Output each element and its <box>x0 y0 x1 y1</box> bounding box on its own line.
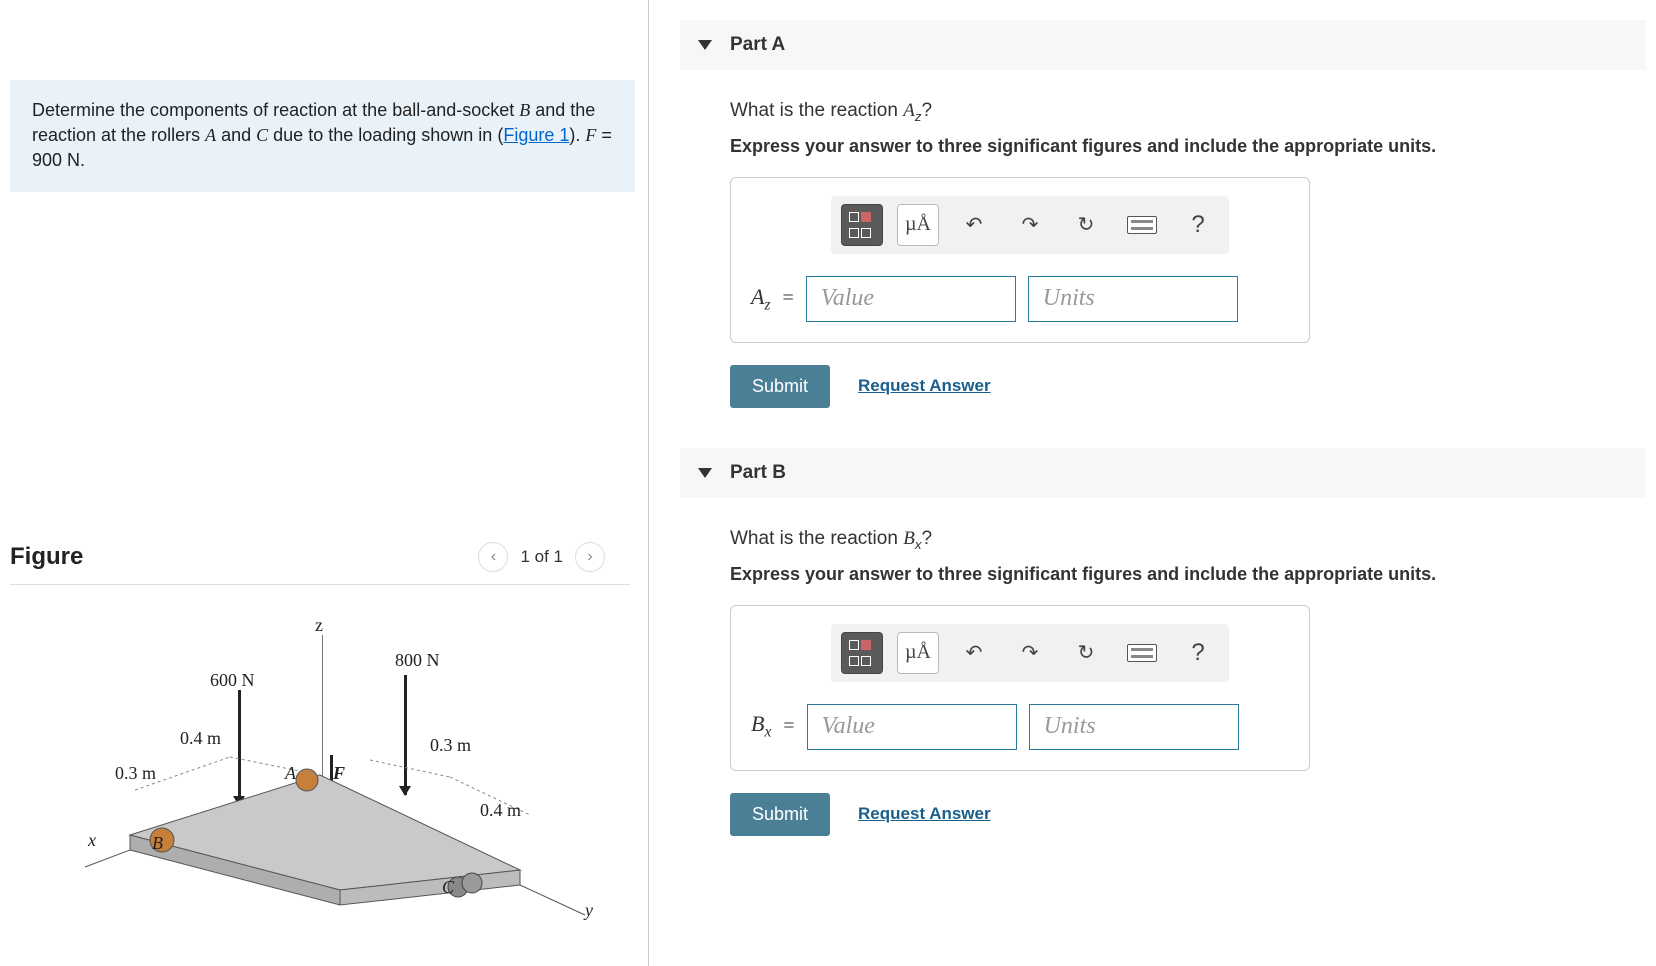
figure-pager: ‹ 1 of 1 › <box>478 542 605 572</box>
left-panel: Determine the components of reaction at … <box>0 0 640 966</box>
dim-04b: 0.4 m <box>480 800 521 821</box>
collapse-icon <box>698 40 712 50</box>
keyboard-button[interactable] <box>1121 632 1163 674</box>
equals: = <box>782 287 793 310</box>
problem-text: due to the loading shown in ( <box>268 125 503 145</box>
part-b-var-label: Bx <box>751 711 771 741</box>
var-A: A <box>205 125 216 145</box>
part-a-title: Part A <box>730 34 785 56</box>
point-A-label: A <box>285 763 296 784</box>
reset-button[interactable]: ↻ <box>1065 204 1107 246</box>
part-b-request-answer-link[interactable]: Request Answer <box>858 804 991 824</box>
figure-link[interactable]: Figure 1 <box>503 125 569 145</box>
part-b-value-input[interactable]: Value <box>807 704 1017 750</box>
part-b-answer-area: µÅ ↶ ↷ ↻ ? Bx = Value Units <box>730 605 1310 771</box>
part-b-input-row: Bx = Value Units <box>751 704 1289 750</box>
var-sub: x <box>764 724 771 741</box>
template-picker-button[interactable] <box>841 204 883 246</box>
part-b-actions: Submit Request Answer <box>730 793 1646 836</box>
part-b-prompt: What is the reaction Bx? <box>730 528 1646 552</box>
figure-diagram: z 600 N 800 N <box>40 615 600 925</box>
var-F: F <box>585 125 596 145</box>
prompt-text: What is the reaction <box>730 528 903 549</box>
next-figure-button[interactable]: › <box>575 542 605 572</box>
redo-button[interactable]: ↷ <box>1009 632 1051 674</box>
undo-button[interactable]: ↶ <box>953 632 995 674</box>
prompt-var: A <box>903 100 915 121</box>
part-a-instructions: Express your answer to three significant… <box>730 136 1646 157</box>
equals: = <box>783 715 794 738</box>
help-button[interactable]: ? <box>1177 632 1219 674</box>
redo-button[interactable]: ↷ <box>1009 204 1051 246</box>
dim-04a: 0.4 m <box>180 728 221 749</box>
part-a-prompt: What is the reaction Az? <box>730 100 1646 124</box>
part-a-input-row: Az = Value Units <box>751 276 1289 322</box>
undo-button[interactable]: ↶ <box>953 204 995 246</box>
prompt-text: ? <box>921 100 932 121</box>
vertical-divider <box>648 0 649 966</box>
figure-heading: Figure <box>10 543 83 571</box>
template-picker-button[interactable] <box>841 632 883 674</box>
part-b-units-input[interactable]: Units <box>1029 704 1239 750</box>
problem-text: and <box>216 125 256 145</box>
problem-statement: Determine the components of reaction at … <box>10 80 635 192</box>
var-sub: z <box>764 296 770 313</box>
point-B-label: B <box>152 833 163 854</box>
part-a-toolbar: µÅ ↶ ↷ ↻ ? <box>831 196 1229 254</box>
force-F-label: F <box>333 763 345 784</box>
problem-text: Determine the components of reaction at … <box>32 100 519 120</box>
keyboard-icon <box>1127 644 1157 662</box>
pager-label: 1 of 1 <box>520 547 563 567</box>
prompt-text: ? <box>921 528 932 549</box>
part-a-units-input[interactable]: Units <box>1028 276 1238 322</box>
right-panel: Part A What is the reaction Az? Express … <box>680 0 1646 966</box>
part-b-submit-button[interactable]: Submit <box>730 793 830 836</box>
var-B: B <box>519 100 530 120</box>
units-picker-button[interactable]: µÅ <box>897 204 939 246</box>
prompt-text: What is the reaction <box>730 100 903 121</box>
units-label: µÅ <box>905 641 931 664</box>
axis-x-label: x <box>88 830 96 851</box>
problem-text: ). <box>569 125 585 145</box>
dim-03b: 0.3 m <box>430 735 471 756</box>
template-icon <box>849 212 875 238</box>
units-label: µÅ <box>905 213 931 236</box>
help-button[interactable]: ? <box>1177 204 1219 246</box>
point-C-label: C <box>442 877 454 898</box>
prompt-var: B <box>903 528 915 549</box>
part-b-header[interactable]: Part B <box>680 448 1646 498</box>
part-b-toolbar: µÅ ↶ ↷ ↻ ? <box>831 624 1229 682</box>
part-a-answer-area: µÅ ↶ ↷ ↻ ? Az = Value Units <box>730 177 1310 343</box>
part-a-body: What is the reaction Az? Express your an… <box>680 100 1646 408</box>
var-C: C <box>256 125 268 145</box>
part-b-instructions: Express your answer to three significant… <box>730 564 1646 585</box>
part-a-actions: Submit Request Answer <box>730 365 1646 408</box>
axis-y-label: y <box>585 900 593 921</box>
figure-header: Figure ‹ 1 of 1 › <box>10 542 630 585</box>
part-b-title: Part B <box>730 462 786 484</box>
part-a-request-answer-link[interactable]: Request Answer <box>858 376 991 396</box>
prev-figure-button[interactable]: ‹ <box>478 542 508 572</box>
dim-03a: 0.3 m <box>115 763 156 784</box>
part-a-var-label: Az <box>751 284 770 314</box>
var: B <box>751 711 764 736</box>
part-a-header[interactable]: Part A <box>680 20 1646 70</box>
keyboard-icon <box>1127 216 1157 234</box>
collapse-icon <box>698 468 712 478</box>
template-icon <box>849 640 875 666</box>
keyboard-button[interactable] <box>1121 204 1163 246</box>
part-a-submit-button[interactable]: Submit <box>730 365 830 408</box>
part-a-value-input[interactable]: Value <box>806 276 1016 322</box>
part-b-body: What is the reaction Bx? Express your an… <box>680 528 1646 836</box>
reset-button[interactable]: ↻ <box>1065 632 1107 674</box>
units-picker-button[interactable]: µÅ <box>897 632 939 674</box>
var: A <box>751 284 764 309</box>
